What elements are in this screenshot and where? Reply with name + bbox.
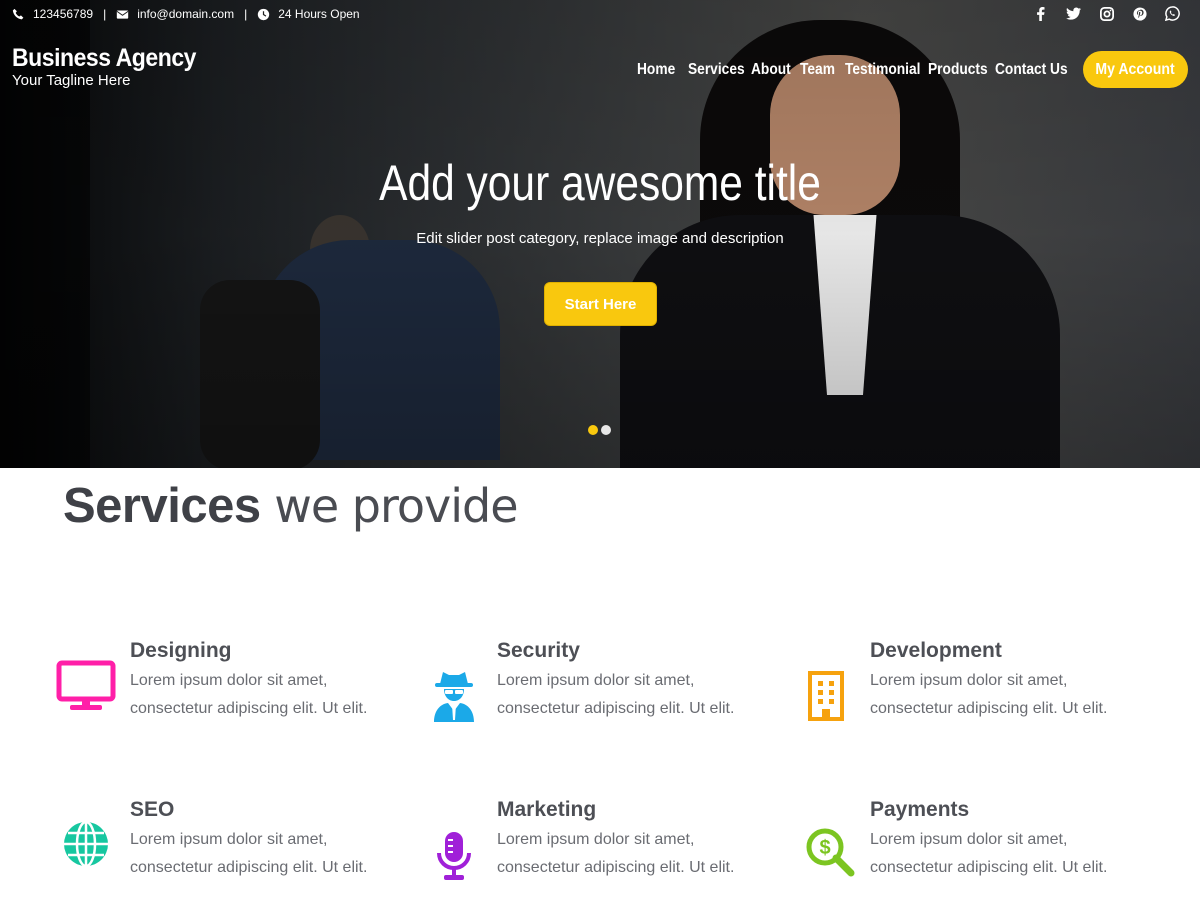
pinterest-icon[interactable]	[1132, 6, 1147, 21]
envelope-icon	[116, 9, 129, 19]
site-branding[interactable]: Business Agency Your Tagline Here	[12, 44, 212, 90]
globe-icon	[56, 814, 116, 874]
contact-info: 123456789 | info@domain.com | 24 Hours O…	[12, 7, 360, 21]
service-description-line1: Lorem ipsum dolor sit amet,	[497, 672, 695, 689]
service-description-line2: consectetur adipiscing elit. Ut elit.	[870, 859, 1108, 876]
service-description-line1: Lorem ipsum dolor sit amet,	[870, 672, 1068, 689]
separator: |	[244, 7, 248, 21]
services-heading-bold: Services	[63, 479, 261, 533]
service-marketing: Marketing Lorem ipsum dolor sit amet, con…	[497, 797, 797, 882]
service-description-line1: Lorem ipsum dolor sit amet,	[130, 831, 328, 848]
search-dollar-icon: $	[800, 822, 860, 882]
service-title[interactable]: Designing	[130, 638, 430, 664]
social-links	[1033, 6, 1180, 21]
separator: |	[103, 7, 107, 21]
microphone-icon	[424, 826, 484, 886]
whatsapp-icon[interactable]	[1165, 6, 1180, 21]
clock-icon	[258, 8, 270, 20]
service-description: Lorem ipsum dolor sit amet, consectetur a…	[870, 667, 1170, 723]
service-description-line2: consectetur adipiscing elit. Ut elit.	[130, 859, 368, 876]
service-security: Security Lorem ipsum dolor sit amet, cons…	[497, 638, 797, 723]
nav-item-products[interactable]: Products	[928, 59, 988, 81]
facebook-icon[interactable]	[1033, 6, 1048, 21]
service-description-line2: consectetur adipiscing elit. Ut elit.	[130, 700, 368, 717]
start-here-button[interactable]: Start Here	[544, 282, 657, 326]
nav-item-services[interactable]: Services	[688, 59, 745, 81]
services-heading-light: we provide	[274, 479, 518, 533]
service-description: Lorem ipsum dolor sit amet, consectetur a…	[870, 826, 1170, 882]
service-development: Development Lorem ipsum dolor sit amet, c…	[870, 638, 1170, 723]
service-description-line1: Lorem ipsum dolor sit amet,	[130, 672, 328, 689]
building-icon	[796, 666, 856, 726]
my-account-label: My Account	[1095, 60, 1176, 78]
service-title[interactable]: Marketing	[497, 797, 797, 823]
main-navigation: Home Services About Team Testimonial Pro…	[637, 59, 1068, 81]
service-title[interactable]: Payments	[870, 797, 1170, 823]
topbar: 123456789 | info@domain.com | 24 Hours O…	[0, 0, 1200, 30]
opening-hours: 24 Hours Open	[278, 7, 360, 21]
my-account-button[interactable]: My Account	[1083, 51, 1188, 88]
email-address[interactable]: info@domain.com	[137, 7, 234, 21]
nav-item-contact-us[interactable]: Contact Us	[995, 59, 1068, 81]
service-payments: Payments Lorem ipsum dolor sit amet, cons…	[870, 797, 1170, 882]
slider-dot-1[interactable]	[588, 425, 598, 435]
instagram-icon[interactable]	[1099, 6, 1114, 21]
slider-dot-2[interactable]	[601, 425, 611, 435]
phone-icon	[12, 8, 24, 19]
slider-pagination	[588, 425, 611, 435]
hero-slider: 123456789 | info@domain.com | 24 Hours O…	[0, 0, 1200, 468]
services-heading: Services we provide	[63, 476, 519, 536]
service-title[interactable]: Security	[497, 638, 797, 664]
monitor-icon	[56, 656, 116, 716]
user-secret-icon	[424, 666, 484, 726]
site-tagline: Your Tagline Here	[12, 72, 131, 89]
nav-item-about[interactable]: About	[751, 59, 791, 81]
twitter-icon[interactable]	[1066, 6, 1081, 21]
service-description-line2: consectetur adipiscing elit. Ut elit.	[870, 700, 1108, 717]
nav-item-testimonial[interactable]: Testimonial	[845, 59, 920, 81]
service-designing: Designing Lorem ipsum dolor sit amet, con…	[130, 638, 430, 723]
service-title[interactable]: SEO	[130, 797, 430, 823]
hero-title: Add your awesome title	[379, 155, 821, 211]
nav-item-home[interactable]: Home	[637, 59, 675, 81]
service-description: Lorem ipsum dolor sit amet, consectetur a…	[497, 667, 797, 723]
service-seo: SEO Lorem ipsum dolor sit amet, consectet…	[130, 797, 430, 882]
service-description: Lorem ipsum dolor sit amet, consectetur a…	[497, 826, 797, 882]
service-description-line1: Lorem ipsum dolor sit amet,	[870, 831, 1068, 848]
service-description: Lorem ipsum dolor sit amet, consectetur a…	[130, 667, 430, 723]
service-title[interactable]: Development	[870, 638, 1170, 664]
service-description-line2: consectetur adipiscing elit. Ut elit.	[497, 859, 735, 876]
service-description-line2: consectetur adipiscing elit. Ut elit.	[497, 700, 735, 717]
hero-subtitle: Edit slider post category, replace image…	[416, 230, 784, 247]
nav-item-team[interactable]: Team	[800, 59, 835, 81]
service-description: Lorem ipsum dolor sit amet, consectetur a…	[130, 826, 430, 882]
phone-number[interactable]: 123456789	[33, 7, 93, 21]
svg-text:$: $	[819, 837, 830, 859]
site-title[interactable]: Business Agency	[12, 44, 196, 72]
service-description-line1: Lorem ipsum dolor sit amet,	[497, 831, 695, 848]
